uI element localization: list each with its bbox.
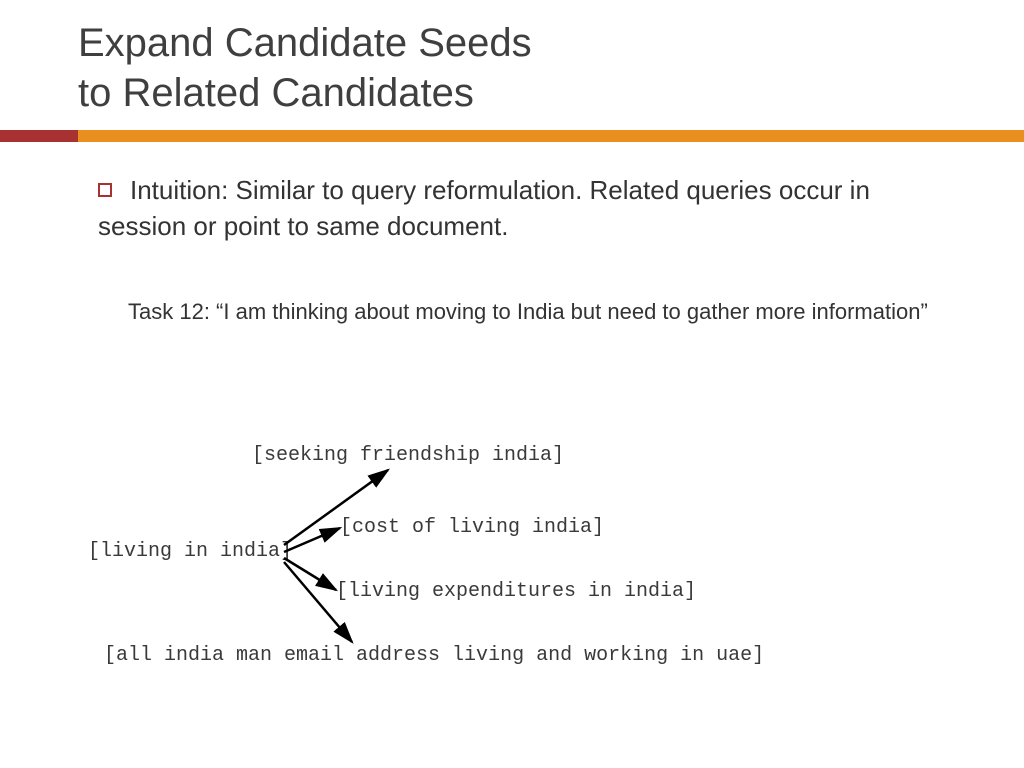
bullet-item: Intuition: Similar to query reformulatio… [98,172,964,245]
bullet-square-icon [98,183,112,197]
title-line-2: to Related Candidates [78,71,474,115]
title-line-1: Expand Candidate Seeds [78,21,532,65]
seed-query: [living in india] [88,540,292,563]
slide: Expand Candidate Seeds to Related Candid… [0,0,1024,768]
accent-orange [78,130,1024,142]
expansion-3: [living expenditures in india] [336,580,696,603]
accent-red [0,130,78,142]
slide-title: Expand Candidate Seeds to Related Candid… [78,18,532,118]
expansion-1: [seeking friendship india] [252,444,564,467]
expansion-4: [all india man email address living and … [104,644,764,667]
expansion-2: [cost of living india] [340,516,604,539]
task-text: Task 12: “I am thinking about moving to … [128,296,944,328]
accent-bar [0,130,1024,142]
bullet-text: Intuition: Similar to query reformulatio… [98,175,870,241]
